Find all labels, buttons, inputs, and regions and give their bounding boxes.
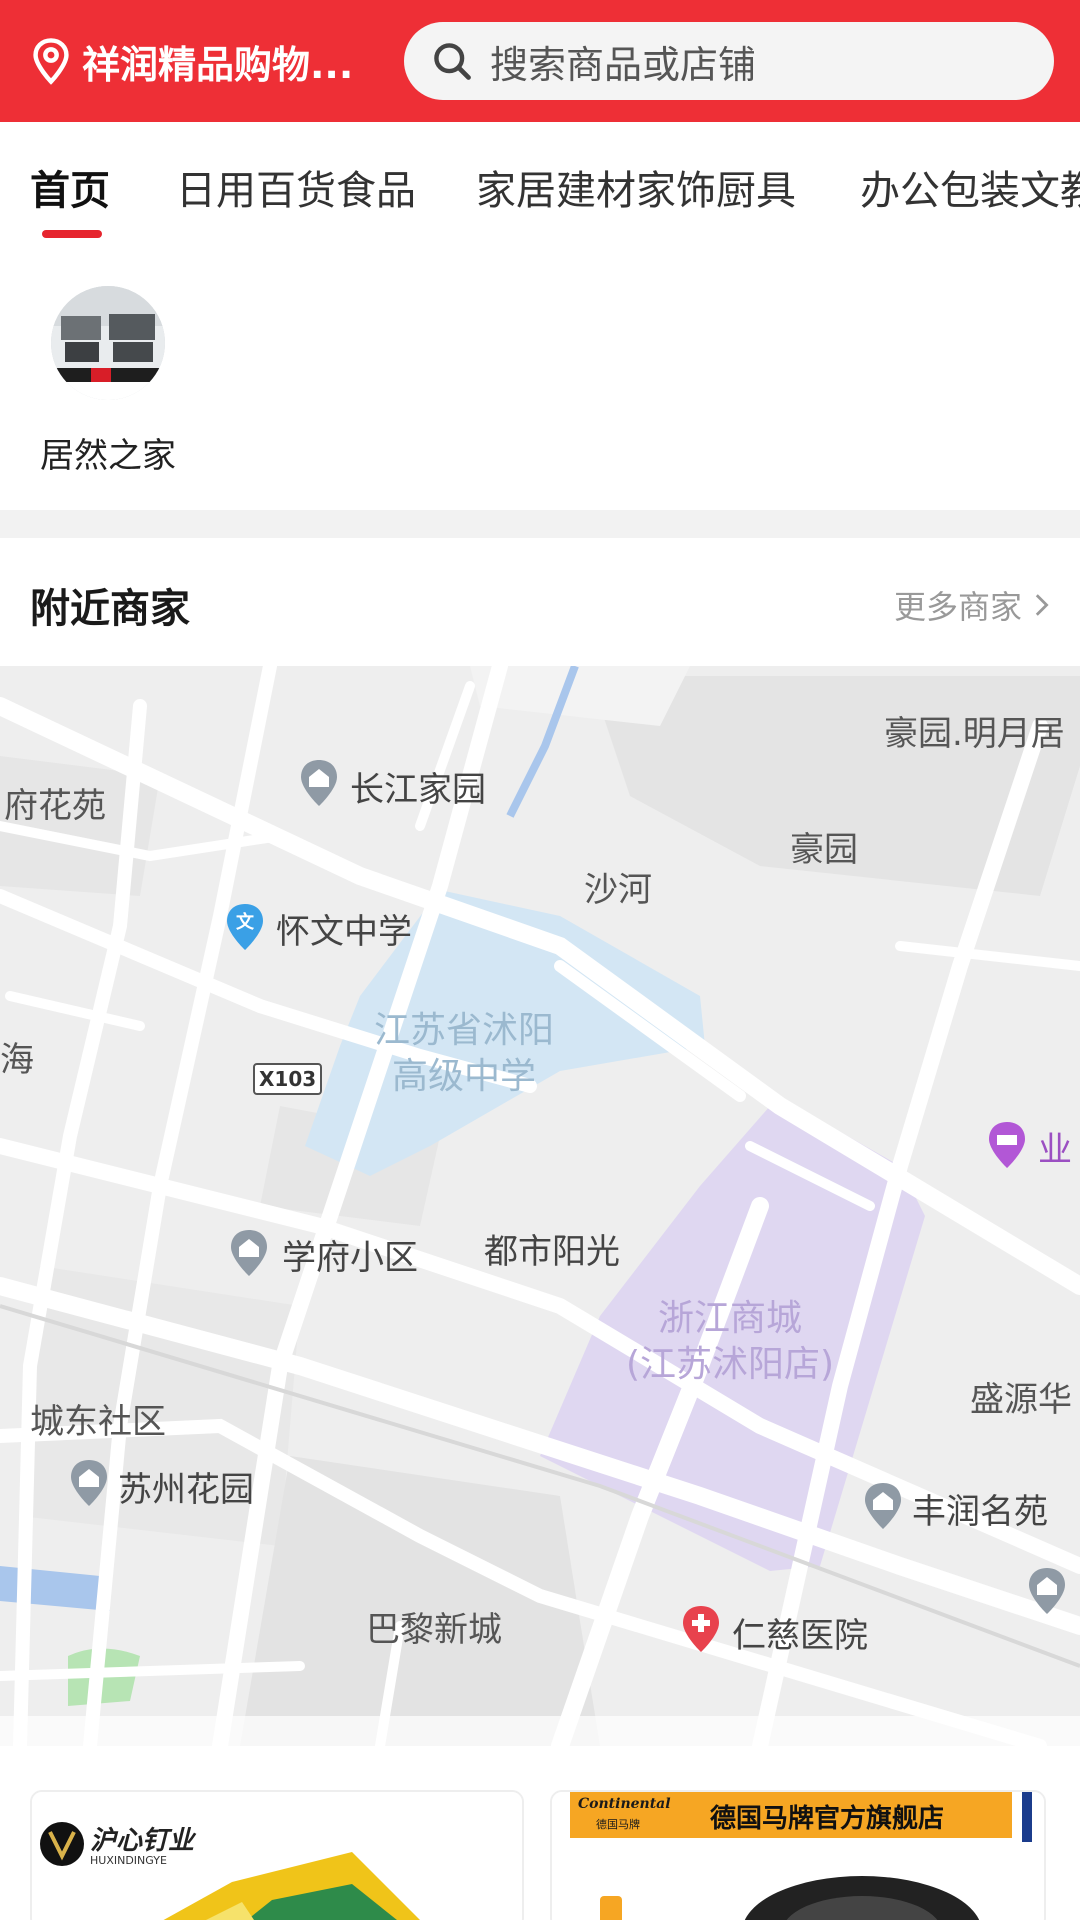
tab-office-packaging[interactable]: 办公包装文教 <box>860 158 1080 216</box>
map-label: 巴黎新城 <box>366 1610 502 1650</box>
more-merchants-link[interactable]: 更多商家 <box>894 582 1050 628</box>
store-card-huxin[interactable]: 沪心钉业 HUXINDINGYE <box>30 1790 524 1920</box>
top-header: 祥润精品购物... 搜索商品或店铺 <box>0 0 1080 122</box>
map-label: 豪园 <box>790 830 858 870</box>
map-label: 怀文中学 <box>276 912 412 952</box>
map-label: 海 <box>0 1040 34 1080</box>
office-furniture-thumbnail <box>51 286 165 400</box>
nearby-map[interactable]: 文 豪园.明月居 府花苑 长江家园 豪园 沙河 怀文中学 江苏省沭阳 高级中学 … <box>0 666 1080 1746</box>
residential-pin-icon <box>301 760 337 806</box>
map-label: 苏州花园 <box>118 1470 254 1510</box>
continental-logo-text: Continental <box>578 1796 671 1812</box>
brand-item-jurzn[interactable]: 居然之家 <box>30 286 186 477</box>
nearby-title: 附近商家 <box>30 586 190 632</box>
brand-row: 居然之家 <box>0 240 1080 510</box>
residential-pin-icon <box>865 1483 901 1529</box>
svg-text:文: 文 <box>236 911 255 933</box>
map-label: 府花苑 <box>4 786 106 826</box>
active-tab-indicator <box>42 230 102 238</box>
residential-pin-icon <box>1029 1568 1065 1614</box>
more-merchants-label: 更多商家 <box>893 588 1022 626</box>
store-brand-sub: HUXINDINGYE <box>90 1854 167 1867</box>
store-brand-name: 沪心钉业 <box>90 1826 195 1856</box>
tab-home[interactable]: 首页 <box>30 158 110 216</box>
map-label: 长江家园 <box>350 770 486 810</box>
map-label: 沙河 <box>584 870 652 910</box>
map-base <box>0 666 1080 1746</box>
tab-home-building-kitchen[interactable]: 家居建材家饰厨具 <box>476 158 796 216</box>
continental-logo-sub: 德国马牌 <box>596 1818 640 1831</box>
store-card-continental[interactable]: Continental 德国马牌 德国马牌官方旗舰店 <box>550 1790 1046 1920</box>
search-bar[interactable]: 搜索商品或店铺 <box>404 22 1054 100</box>
tab-daily-goods-food[interactable]: 日用百货食品 <box>176 158 416 216</box>
search-icon <box>434 43 471 80</box>
map-label: 豪园.明月居 <box>884 714 1065 754</box>
map-label: 江苏省沭阳 高级中学 <box>374 1010 555 1097</box>
map-label: 学府小区 <box>282 1238 418 1278</box>
map-label: 盛源华 <box>970 1380 1072 1420</box>
location-selector[interactable]: 祥润精品购物... <box>30 30 353 92</box>
hotel-pin-icon <box>989 1122 1025 1168</box>
road-number-badge: X103 <box>253 1063 323 1095</box>
nearby-section-header: 附近商家 更多商家 <box>0 538 1080 666</box>
brand-avatar <box>51 286 165 400</box>
brand-label: 居然之家 <box>40 436 176 476</box>
location-pin-icon <box>33 38 69 85</box>
store-cards: 沪心钉业 HUXINDINGYE Continental 德国马牌 德国马牌官方… <box>0 1746 1080 1920</box>
residential-pin-icon <box>71 1460 107 1506</box>
store-name: 德国马牌官方旗舰店 <box>710 1804 945 1834</box>
residential-pin-icon <box>231 1230 267 1276</box>
map-label: 浙江商城 (江苏沭阳店) <box>626 1298 835 1385</box>
map-label: 都市阳光 <box>484 1232 620 1272</box>
map-label: 城东社区 <box>30 1402 166 1442</box>
map-label: 丰润名苑 <box>912 1492 1048 1532</box>
school-pin-icon: 文 <box>227 904 263 950</box>
category-tabs: 首页 日用百货食品 家居建材家饰厨具 办公包装文教 <box>0 122 1080 240</box>
hospital-pin-icon <box>683 1606 719 1652</box>
search-placeholder: 搜索商品或店铺 <box>490 42 757 87</box>
map-label: 仁慈医院 <box>732 1616 868 1656</box>
location-name: 祥润精品购物... <box>82 42 354 87</box>
map-label: 业 <box>1038 1130 1072 1170</box>
chevron-right-icon <box>1035 594 1049 616</box>
